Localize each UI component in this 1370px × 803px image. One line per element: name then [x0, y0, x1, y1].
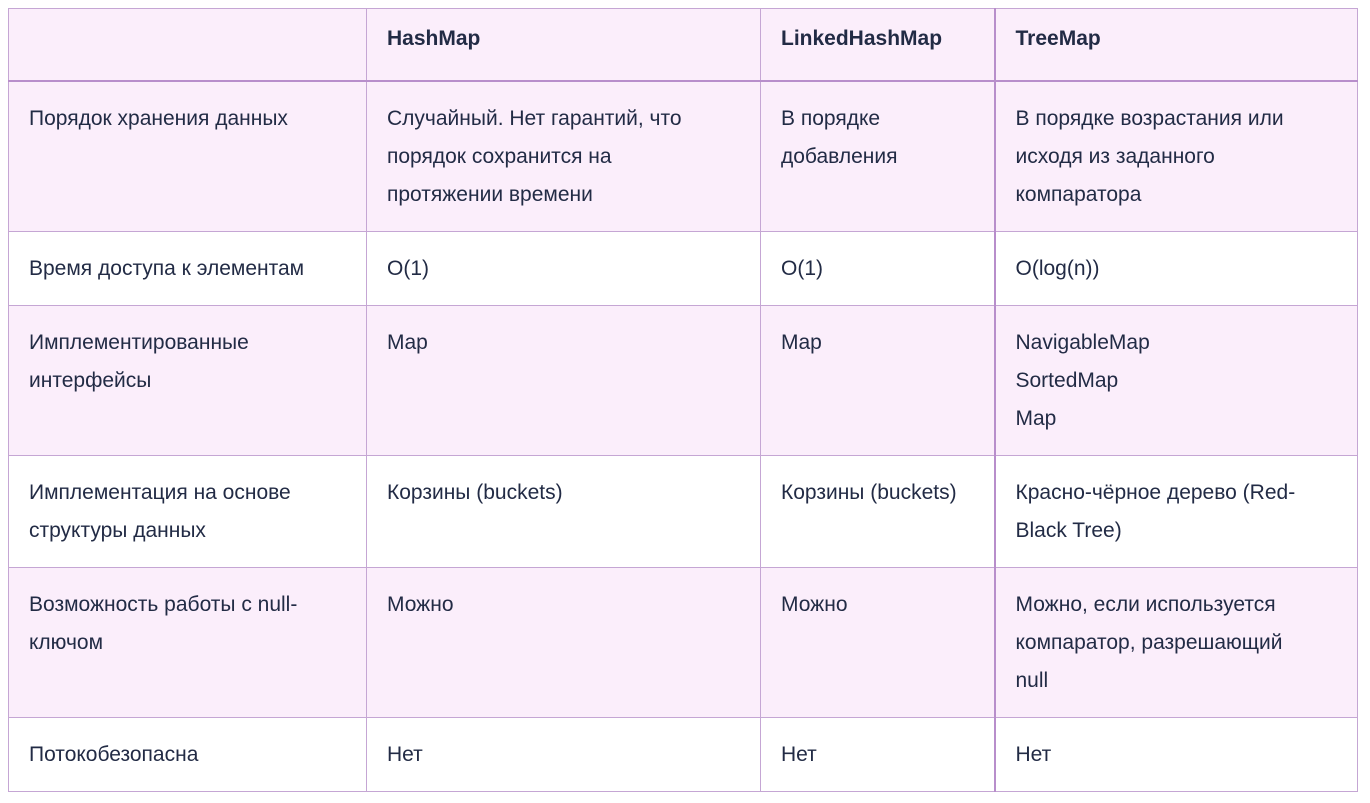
header-treemap: TreeMap — [993, 8, 1358, 82]
linkedhashmap-cell: В порядке добавления — [760, 80, 995, 232]
comparison-table: HashMap LinkedHashMap TreeMap Порядок хр… — [8, 8, 1358, 792]
treemap-cell: O(log(n)) — [993, 231, 1358, 306]
treemap-cell: В порядке возрастания или исходя из зада… — [993, 80, 1358, 232]
linkedhashmap-cell: Нет — [760, 717, 995, 792]
feature-cell: Имплементированные интерфейсы — [8, 305, 367, 456]
feature-cell: Потокобезопасна — [8, 717, 367, 792]
hashmap-cell: O(1) — [366, 231, 761, 306]
hashmap-cell: Map — [366, 305, 761, 456]
table-row: Время доступа к элементам O(1) O(1) O(lo… — [8, 231, 1358, 306]
linkedhashmap-cell: Корзины (buckets) — [760, 455, 995, 568]
linkedhashmap-cell: Можно — [760, 567, 995, 718]
feature-cell: Порядок хранения данных — [8, 80, 367, 232]
interface-item: NavigableMap — [1015, 331, 1150, 354]
hashmap-cell: Случайный. Нет гарантий, что порядок сох… — [366, 80, 761, 232]
treemap-cell: Нет — [993, 717, 1358, 792]
hashmap-cell: Нет — [366, 717, 761, 792]
hashmap-cell: Корзины (buckets) — [366, 455, 761, 568]
treemap-cell: Можно, если используется компаратор, раз… — [993, 567, 1358, 718]
treemap-cell: Красно-чёрное дерево (Red-Black Tree) — [993, 455, 1358, 568]
linkedhashmap-cell: Map — [760, 305, 995, 456]
feature-cell: Имплементация на основе структуры данных — [8, 455, 367, 568]
table-row: Порядок хранения данных Случайный. Нет г… — [8, 80, 1358, 232]
table-header-row: HashMap LinkedHashMap TreeMap — [8, 8, 1358, 82]
treemap-cell: NavigableMap SortedMap Map — [993, 305, 1358, 456]
table-row: Потокобезопасна Нет Нет Нет — [8, 717, 1358, 792]
table-row: Имплементация на основе структуры данных… — [8, 455, 1358, 568]
table-row: Имплементированные интерфейсы Map Map Na… — [8, 305, 1358, 456]
header-linkedhashmap: LinkedHashMap — [760, 8, 995, 82]
hashmap-cell: Можно — [366, 567, 761, 718]
feature-cell: Возможность работы с null-ключом — [8, 567, 367, 718]
header-hashmap: HashMap — [366, 8, 761, 82]
interface-item: SortedMap — [1015, 369, 1119, 392]
linkedhashmap-cell: O(1) — [760, 231, 995, 306]
table-row: Возможность работы с null-ключом Можно М… — [8, 567, 1358, 718]
header-feature — [8, 8, 367, 82]
interface-item: Map — [1015, 407, 1057, 430]
feature-cell: Время доступа к элементам — [8, 231, 367, 306]
